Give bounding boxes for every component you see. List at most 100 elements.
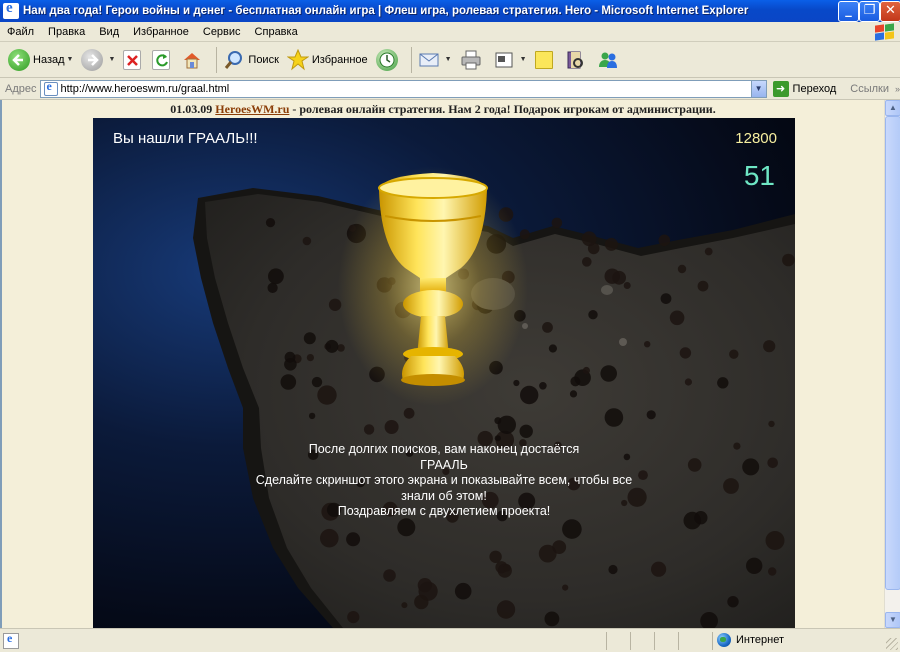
scroll-up-icon[interactable]: ▲ [885, 100, 900, 116]
toolbar-separator [410, 46, 412, 73]
crater-spot [347, 611, 360, 624]
crater-spot [704, 247, 713, 256]
address-input[interactable]: http://www.heroeswm.ru/graal.html ▼ [39, 79, 767, 98]
crater-spot [763, 340, 776, 353]
crater-spot [542, 322, 553, 333]
maximize-button[interactable]: ❐ [859, 1, 880, 22]
go-arrow-icon: ➜ [772, 80, 789, 97]
crater-spot [325, 339, 339, 353]
crater-spot [729, 349, 739, 359]
crater-spot [496, 600, 516, 619]
discuss-button[interactable] [533, 45, 558, 75]
address-label: Адрес [5, 82, 37, 95]
mail-button[interactable]: ▼ [416, 45, 454, 75]
announcement-banner: 01.03.09 HeroesWM.ru - ролевая онлайн ст… [2, 100, 884, 118]
history-button[interactable] [374, 45, 403, 75]
printer-icon [460, 49, 482, 71]
crater-spot [265, 218, 276, 228]
crater-spot [539, 382, 547, 390]
status-divider [712, 632, 713, 650]
site-link[interactable]: HeroesWM.ru [215, 102, 289, 116]
links-chevron-icon: » [894, 83, 900, 94]
resize-grip-icon[interactable] [886, 638, 898, 650]
crater-spot [608, 564, 618, 575]
crater-spot [503, 564, 511, 572]
note-icon [534, 50, 553, 69]
crater-spot [337, 344, 345, 352]
crater-spot [403, 407, 415, 419]
refresh-button[interactable] [150, 45, 175, 75]
crater-spot [418, 581, 438, 601]
crater-spot [520, 385, 539, 405]
refresh-icon [152, 49, 171, 70]
crater-spot [383, 569, 396, 582]
menu-favorites[interactable]: Избранное [126, 26, 196, 38]
message-line: Поздравляем с двухлетием проекта! [337, 504, 551, 518]
crater-spot [581, 231, 597, 247]
minimize-button[interactable]: _ [838, 1, 859, 22]
crater-spot [513, 379, 520, 387]
crater-spot [302, 236, 312, 246]
go-button[interactable]: ➜ Переход [772, 80, 836, 97]
zone-label: Интернет [736, 634, 784, 646]
back-button[interactable]: Назад ▼ [6, 45, 75, 75]
status-bar: Интернет [0, 628, 900, 652]
menu-edit[interactable]: Правка [41, 26, 92, 38]
crater-spot [397, 518, 416, 537]
scroll-down-icon[interactable]: ▼ [885, 612, 900, 628]
crater-spot [679, 347, 692, 359]
messenger-button[interactable] [595, 45, 624, 75]
crater-spot [768, 420, 775, 428]
message-line: ГРААЛЬ [420, 457, 468, 472]
security-zone: Интернет [717, 633, 784, 647]
crater-spot [746, 557, 763, 574]
crater-spot [268, 268, 284, 285]
banner-text: - ролевая онлайн стратегия. Нам 2 года! … [289, 102, 716, 116]
favorites-button[interactable]: Избранное [285, 45, 370, 75]
mail-icon [418, 49, 440, 71]
status-divider [630, 632, 631, 650]
page-status-icon [3, 631, 19, 649]
crater-spot [401, 602, 408, 609]
edit-button[interactable]: ▼ [491, 45, 529, 75]
grail-found-title: Вы нашли ГРААЛЬ!!! [113, 130, 258, 147]
crater-spot [384, 420, 399, 434]
scroll-thumb[interactable] [885, 116, 900, 590]
crater-spot [284, 351, 296, 363]
crater-spot [582, 366, 590, 375]
crater-spot [303, 332, 316, 345]
banner-date: 01.03.09 [170, 102, 213, 116]
menu-tools[interactable]: Сервис [196, 26, 248, 38]
crater-spot [562, 584, 569, 591]
close-button[interactable]: ✕ [880, 1, 900, 22]
research-button[interactable] [562, 45, 591, 75]
home-button[interactable] [179, 45, 208, 75]
print-button[interactable] [458, 45, 487, 75]
crater-spot [684, 378, 693, 386]
timer-value: 51 [743, 160, 775, 191]
menu-bar: Файл Правка Вид Избранное Сервис Справка [0, 22, 900, 42]
message-line: знали об этом! [401, 488, 487, 503]
crater-spot [320, 528, 339, 548]
menu-view[interactable]: Вид [92, 26, 126, 38]
page-icon [43, 79, 58, 96]
message-line: После долгих поисков, вам наконец достаё… [308, 442, 580, 456]
search-button[interactable]: Поиск [221, 45, 280, 75]
menu-file[interactable]: Файл [0, 26, 41, 38]
forward-button[interactable]: ▼ [79, 45, 117, 75]
message-line: Сделайте скриншот этого экрана и показыв… [255, 473, 633, 487]
flash-game[interactable]: Вы нашли ГРААЛЬ!!! 12800 51 После долгих… [93, 118, 795, 628]
title-bar: Нам два года! Герои войны и денег - бесп… [0, 0, 900, 22]
crater-spot [346, 532, 361, 547]
vertical-scrollbar[interactable]: ▲ ▼ [884, 100, 900, 628]
crater-spot [544, 611, 560, 627]
address-dropdown-icon[interactable]: ▼ [750, 80, 766, 97]
stop-button[interactable] [121, 45, 146, 75]
links-toolbar[interactable]: Ссылки» [850, 83, 900, 95]
crater-spot [646, 410, 656, 420]
menu-help[interactable]: Справка [248, 26, 305, 38]
window-title: Нам два года! Герои войны и денег - бесп… [23, 5, 749, 17]
ie-app-icon [3, 0, 19, 19]
crater-spot [782, 253, 795, 267]
address-url: http://www.heroeswm.ru/graal.html [60, 82, 230, 95]
